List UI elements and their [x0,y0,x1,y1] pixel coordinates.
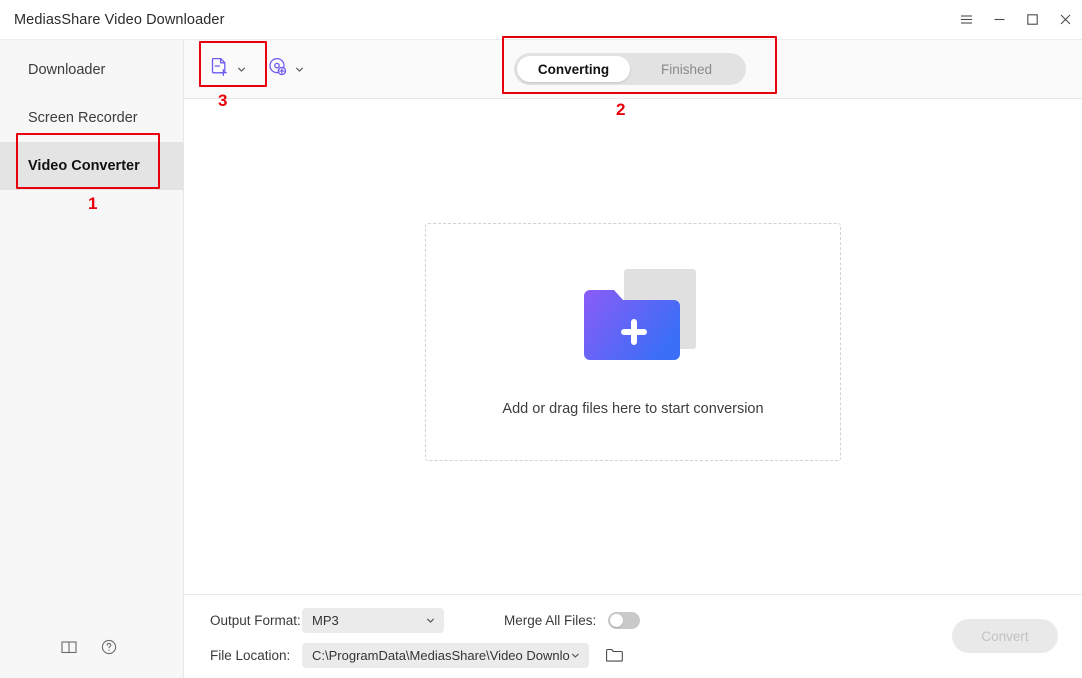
chevron-down-icon [425,615,436,626]
folder-open-icon[interactable] [605,647,623,663]
tab-switcher-wrap: Converting Finished [514,53,746,85]
sidebar-items: Downloader Screen Recorder Video Convert… [0,40,183,190]
add-disc-icon [267,56,289,83]
add-file-button[interactable] [202,50,254,89]
tab-converting[interactable]: Converting [517,56,630,82]
bottom-bar: Output Format: MP3 Merge All Files: [184,594,1082,678]
sidebar-item-label: Downloader [28,62,105,78]
file-location-select[interactable]: C:\ProgramData\MediasShare\Video Downloa [302,643,589,668]
minimize-icon[interactable] [983,0,1016,40]
chevron-down-icon [570,650,581,661]
close-icon[interactable] [1049,0,1082,40]
window-controls [950,0,1082,39]
tab-label: Converting [538,62,609,77]
file-dropzone[interactable]: Add or drag files here to start conversi… [425,223,841,461]
tab-label: Finished [661,62,712,77]
file-location-value: C:\ProgramData\MediasShare\Video Downloa [312,648,570,663]
sidebar-spacer [0,190,183,616]
main-panel: Converting Finished [184,40,1082,678]
convert-button[interactable]: Convert [952,619,1058,653]
add-file-icon [209,56,231,83]
title-bar: MediasShare Video Downloader [0,0,1082,40]
toggle-knob [610,614,623,627]
output-format-label: Output Format: [210,613,302,628]
manual-book-icon[interactable] [60,638,78,656]
file-location-label: File Location: [210,648,302,663]
tab-switcher: Converting Finished [514,53,746,85]
sidebar-item-downloader[interactable]: Downloader [0,46,183,94]
sidebar-item-screen-recorder[interactable]: Screen Recorder [0,94,183,142]
sidebar-item-label: Video Converter [28,158,140,174]
content-area: Add or drag files here to start conversi… [184,99,1082,594]
dropzone-text: Add or drag files here to start conversi… [502,401,763,417]
folder-shape [580,284,686,372]
merge-all-files-label: Merge All Files: [504,613,596,628]
output-format-value: MP3 [312,613,339,628]
toolbar: Converting Finished [184,40,1082,99]
tab-finished[interactable]: Finished [630,56,743,82]
add-disc-button[interactable] [260,50,312,89]
file-location-row: File Location: C:\ProgramData\MediasShar… [184,640,1082,670]
merge-all-files-group: Merge All Files: [504,612,640,629]
sidebar-item-video-converter[interactable]: Video Converter [0,142,183,190]
sidebar: Downloader Screen Recorder Video Convert… [0,40,184,678]
sidebar-item-label: Screen Recorder [28,110,138,126]
folder-plus-icon [576,267,690,371]
app-window: MediasShare Video Downloader [0,0,1082,678]
app-title: MediasShare Video Downloader [14,12,225,28]
output-format-select[interactable]: MP3 [302,608,444,633]
maximize-icon[interactable] [1016,0,1049,40]
chevron-down-icon [294,64,305,75]
convert-button-label: Convert [981,629,1028,644]
help-circle-icon[interactable] [100,638,118,656]
body: Downloader Screen Recorder Video Convert… [0,40,1082,678]
output-format-row: Output Format: MP3 Merge All Files: [184,605,1082,635]
sidebar-footer [0,616,183,678]
hamburger-menu-icon[interactable] [950,0,983,40]
chevron-down-icon [236,64,247,75]
merge-all-files-toggle[interactable] [608,612,640,629]
